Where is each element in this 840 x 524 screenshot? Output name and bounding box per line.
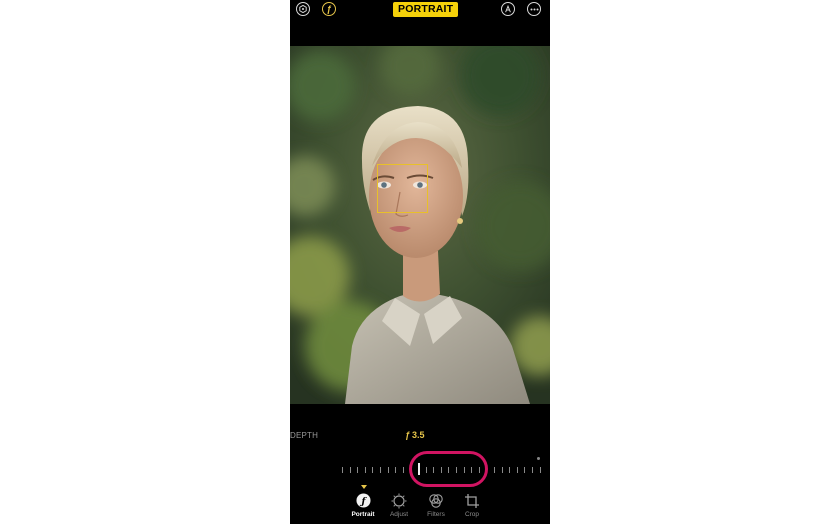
highlight-annotation-ring: [409, 451, 488, 487]
portrait-f-icon: ƒ: [355, 492, 372, 509]
tab-label: Adjust: [389, 511, 409, 518]
tab-filters[interactable]: Filters: [416, 492, 456, 518]
tab-adjust[interactable]: Adjust: [379, 492, 419, 518]
tab-label: Filters: [427, 511, 445, 518]
filters-circles-icon: [428, 492, 445, 509]
tab-crop[interactable]: Crop: [452, 492, 492, 518]
slider-tick: [532, 467, 533, 473]
portrait-photo[interactable]: [290, 46, 550, 404]
slider-tick: [349, 467, 351, 473]
slider-tick: [387, 467, 389, 473]
slider-tick: [509, 467, 511, 473]
tab-label: Crop: [464, 511, 480, 518]
slider-tick: [494, 467, 495, 473]
adjust-dial-icon: [391, 492, 408, 509]
face-focus-box: [377, 164, 428, 213]
slider-tick: [364, 467, 366, 473]
fstop-readout: ƒ 3.5: [405, 430, 425, 440]
lighting-hexagon-icon[interactable]: [296, 2, 310, 16]
slider-tick: [342, 467, 343, 473]
edit-tab-bar: ƒ Portrait Adjust Filters Crop: [290, 492, 550, 524]
more-icon[interactable]: [527, 2, 541, 16]
aperture-f-icon[interactable]: ƒ: [322, 2, 336, 16]
tab-portrait[interactable]: ƒ Portrait: [343, 492, 383, 518]
slider-tick: [501, 467, 503, 473]
auto-markup-icon[interactable]: [501, 2, 515, 16]
slider-tick: [357, 467, 359, 473]
slider-tick: [524, 467, 526, 473]
slider-tick: [516, 467, 518, 473]
slider-tick: [402, 467, 404, 473]
top-toolbar: ƒ PORTRAIT: [290, 0, 550, 46]
crop-icon: [464, 492, 481, 509]
tab-label: Portrait: [351, 511, 375, 518]
photo-editor-screen: ƒ PORTRAIT DEPTH ƒ 3.5 ƒ Portrait Adjust…: [290, 0, 550, 524]
fstop-value: 3.5: [412, 430, 425, 440]
slider-tick: [372, 467, 374, 473]
fstop-symbol: ƒ: [405, 430, 411, 440]
active-tab-caret: [361, 485, 367, 489]
slider-tick: [395, 467, 397, 473]
portrait-mode-badge[interactable]: PORTRAIT: [393, 2, 459, 17]
slider-tick: [539, 467, 541, 473]
slider-tick: [380, 467, 381, 473]
slider-end-dot: [537, 457, 540, 460]
depth-label: DEPTH: [290, 431, 319, 440]
